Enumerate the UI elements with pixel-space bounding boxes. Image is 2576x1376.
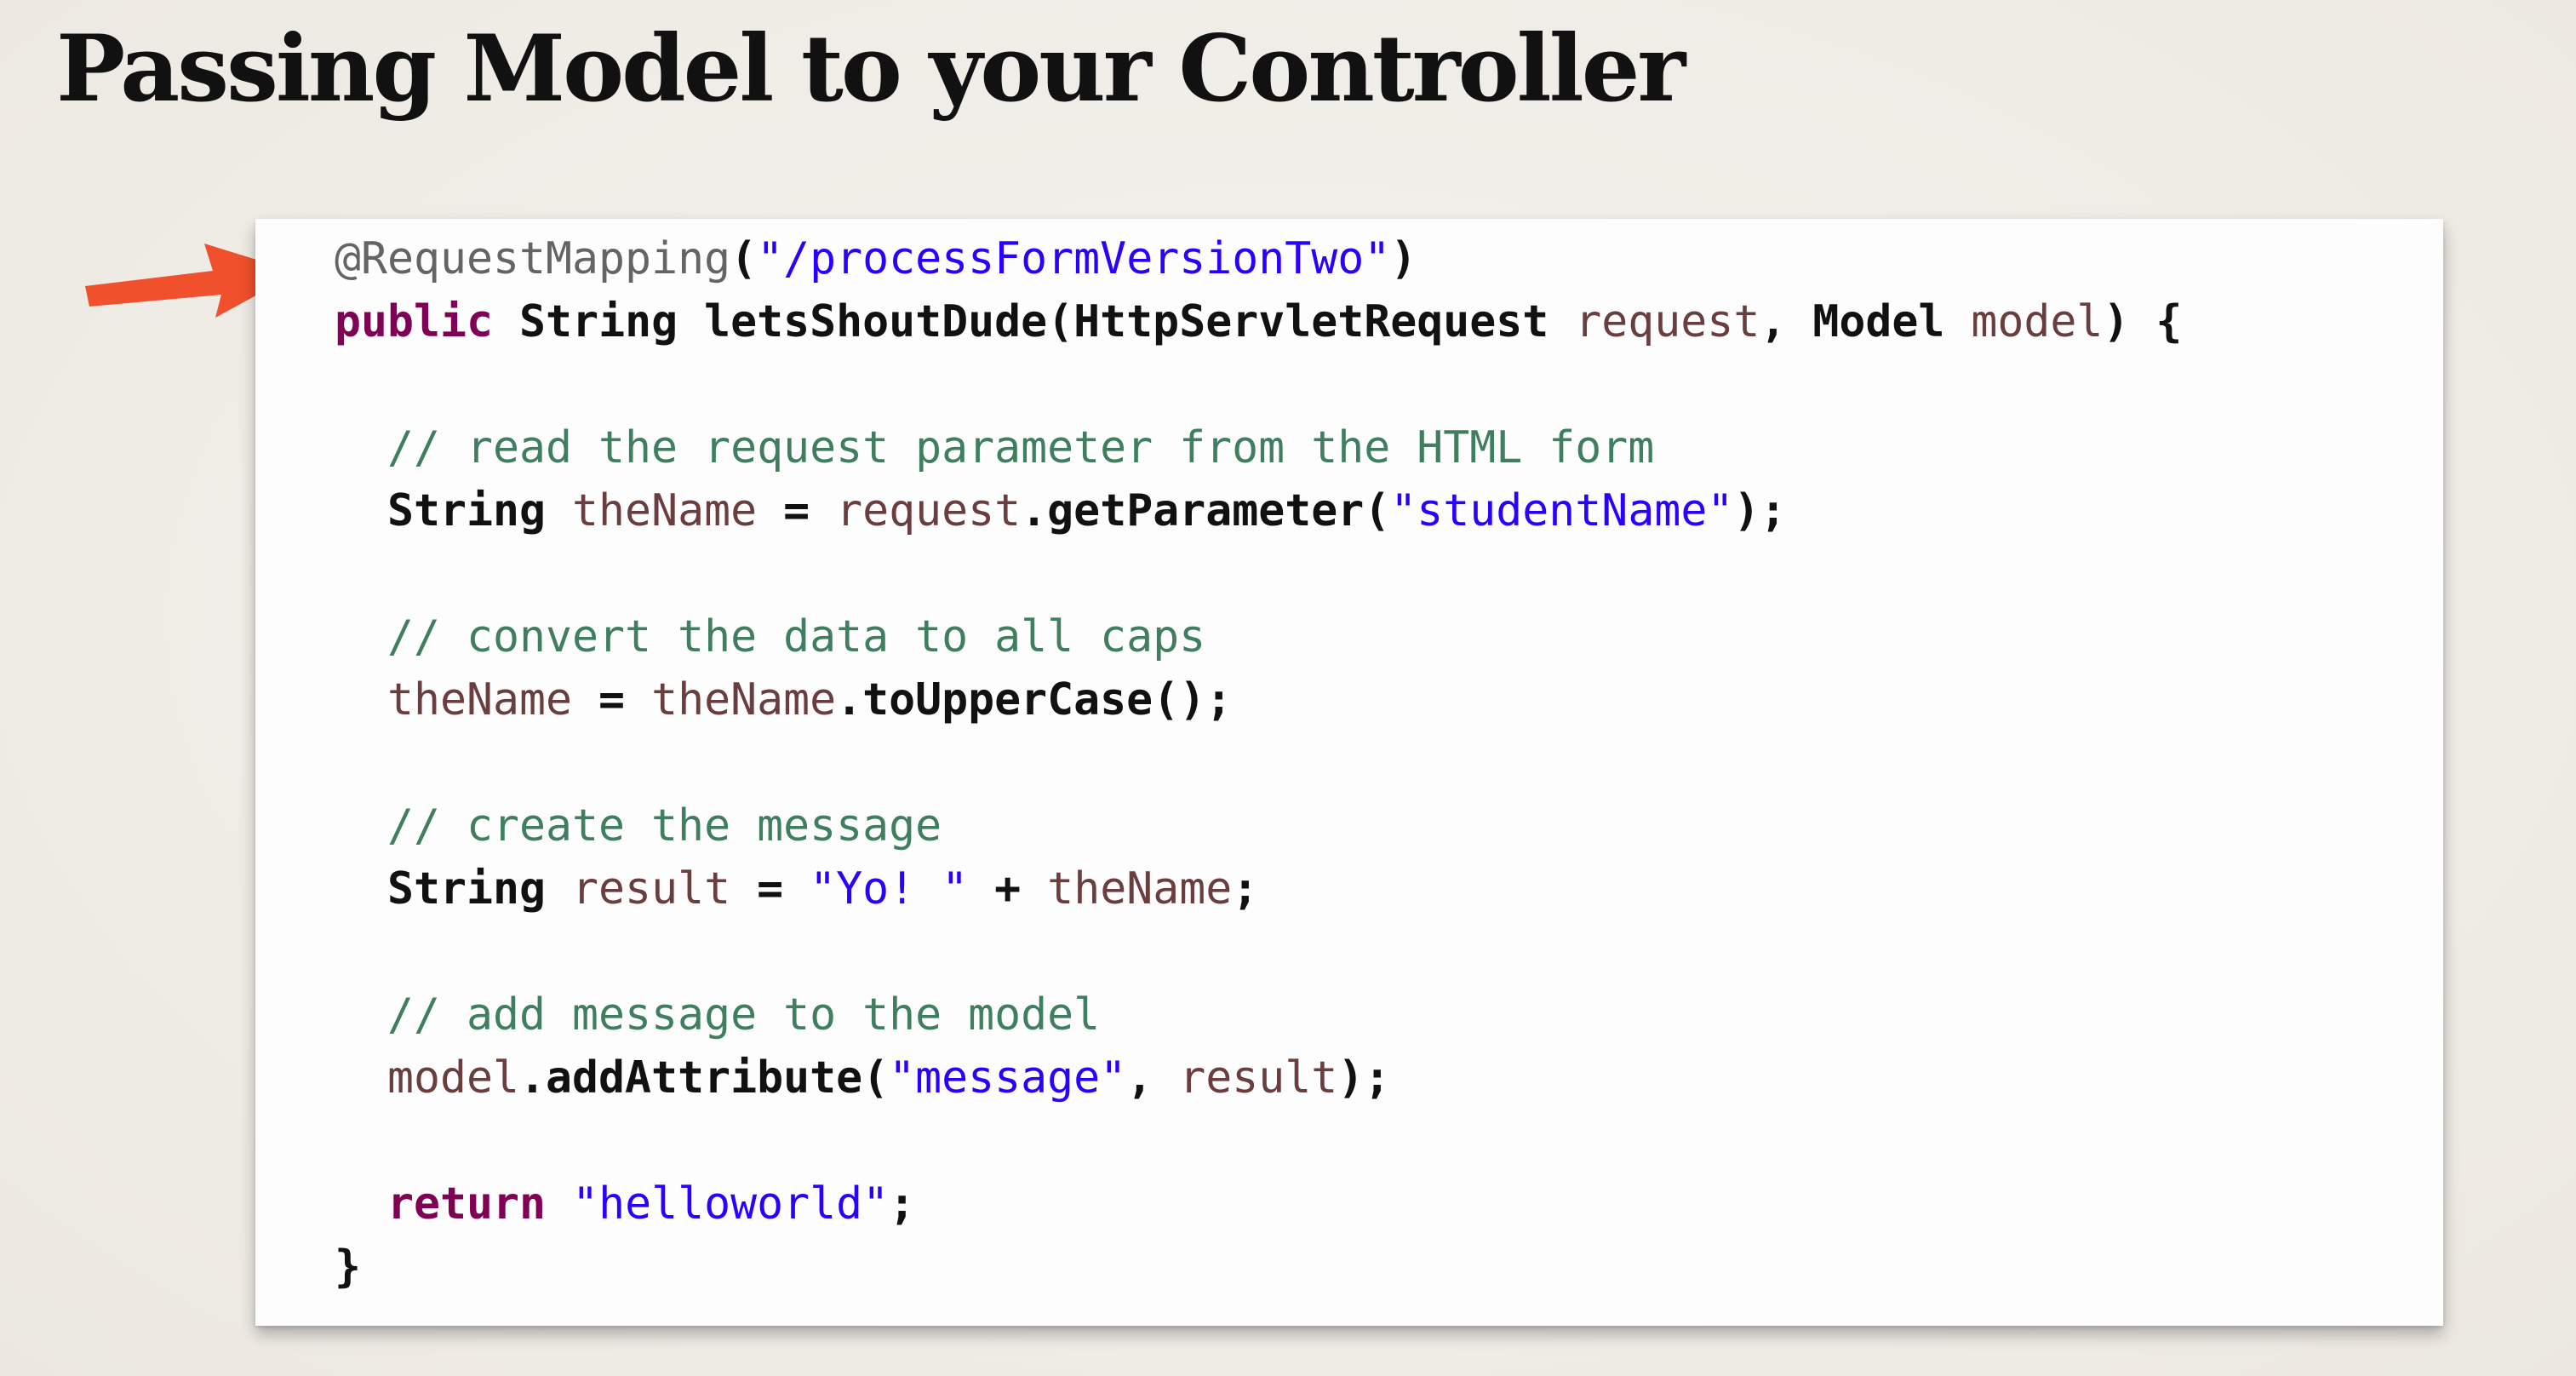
code-line: // create the message xyxy=(335,794,2182,857)
code-line: @RequestMapping("/processFormVersionTwo"… xyxy=(335,227,2182,290)
code-line: String theName = request.getParameter("s… xyxy=(335,479,2182,542)
code-token-var: theName xyxy=(1047,863,1233,914)
code-token-plain: .addAttribute( xyxy=(519,1052,890,1104)
code-token-plain: String xyxy=(387,485,573,536)
code-token-plain: + xyxy=(968,863,1048,914)
code-token-var: theName xyxy=(387,674,573,725)
slide-title: Passing Model to your Controller xyxy=(56,15,1686,123)
code-line: // add message to the model xyxy=(335,983,2182,1046)
code-line: public String letsShoutDude(HttpServletR… xyxy=(335,290,2182,353)
code-token-plain: } xyxy=(335,1241,362,1293)
code-token-var: theName xyxy=(572,485,758,536)
code-line: // read the request parameter from the H… xyxy=(335,416,2182,479)
code-token-comment: // create the message xyxy=(387,800,942,851)
code-token-string: "helloworld" xyxy=(572,1178,890,1230)
code-block: @RequestMapping("/processFormVersionTwo"… xyxy=(335,227,2182,1299)
code-token-var: result xyxy=(572,863,731,914)
code-panel: @RequestMapping("/processFormVersionTwo"… xyxy=(255,219,2443,1326)
code-token-var: request xyxy=(1575,296,1760,347)
code-token-plain: , xyxy=(1126,1052,1180,1104)
code-token-plain: ( xyxy=(730,233,758,284)
code-token-comment: // add message to the model xyxy=(387,989,1101,1041)
code-token-comment: // read the request parameter from the H… xyxy=(387,422,1655,473)
code-token-plain: String letsShoutDude(HttpServletRequest xyxy=(493,296,1576,347)
code-line: String result = "Yo! " + theName; xyxy=(335,857,2182,920)
code-token-var: request xyxy=(836,485,1022,536)
code-token-plain: = xyxy=(730,863,810,914)
code-token-plain: = xyxy=(572,674,652,725)
code-token-annotation: @RequestMapping xyxy=(335,233,731,284)
code-token-plain: ) xyxy=(1390,233,1417,284)
code-token-string: "Yo! " xyxy=(810,863,969,914)
code-line: return "helloworld"; xyxy=(335,1172,2182,1236)
code-token-string: "/processFormVersionTwo" xyxy=(757,233,1391,284)
code-token-string: "studentName" xyxy=(1390,485,1734,536)
code-token-var: model xyxy=(1971,296,2104,347)
code-line: } xyxy=(335,1236,2182,1299)
code-token-plain: .getParameter( xyxy=(1021,485,1391,536)
code-token-keyword: return xyxy=(387,1178,547,1230)
code-token-plain: , Model xyxy=(1760,296,1972,347)
code-token-plain: = xyxy=(757,485,837,536)
code-token-string: "message" xyxy=(889,1052,1127,1104)
code-token-var: theName xyxy=(651,674,837,725)
code-token-plain: ); xyxy=(1337,1052,1391,1104)
code-line: model.addAttribute("message", result); xyxy=(335,1046,2182,1109)
code-token-comment: // convert the data to all caps xyxy=(387,611,1206,662)
code-token-var: model xyxy=(387,1052,520,1104)
code-token-plain: ; xyxy=(1232,863,1259,914)
code-token-keyword: public xyxy=(335,296,494,347)
code-token-plain: ) { xyxy=(2103,296,2183,347)
code-token-var: result xyxy=(1179,1052,1338,1104)
code-line: // convert the data to all caps xyxy=(335,605,2182,668)
code-token-plain: String xyxy=(387,863,573,914)
code-token-plain: ; xyxy=(889,1178,916,1230)
code-token-plain: ); xyxy=(1733,485,1787,536)
code-line: theName = theName.toUpperCase(); xyxy=(335,668,2182,731)
code-token-plain: .toUpperCase(); xyxy=(836,674,1233,725)
